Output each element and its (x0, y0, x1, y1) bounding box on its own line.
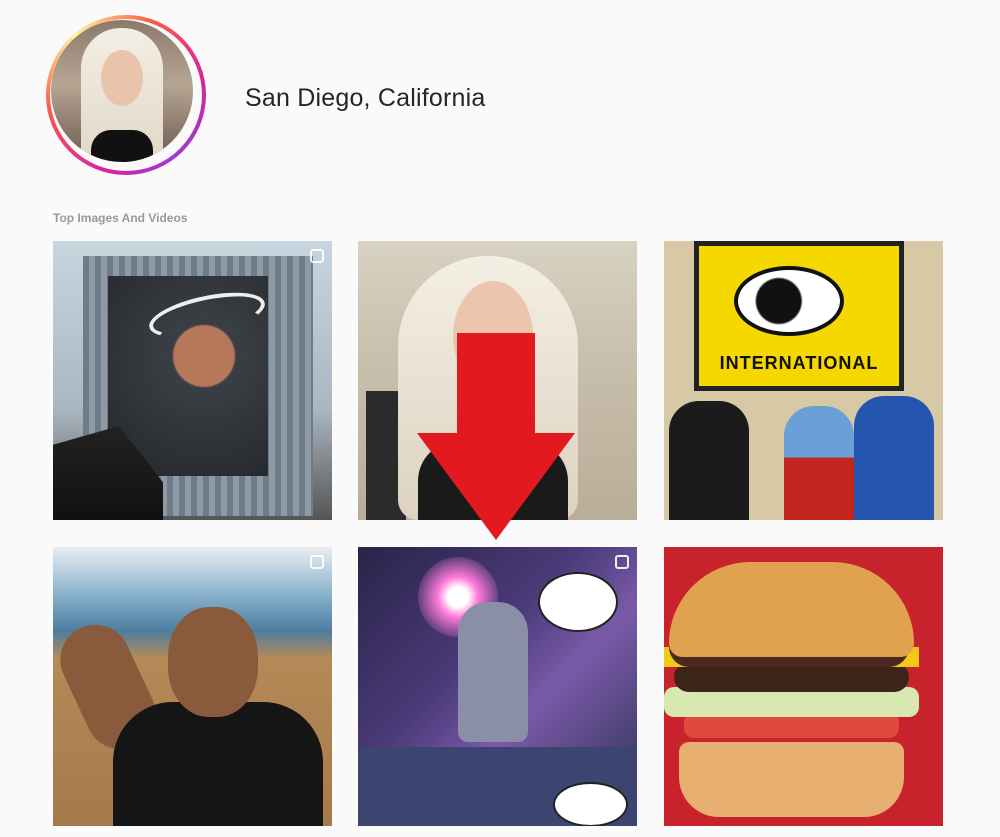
post-tile[interactable]: INTERNATIONAL (664, 241, 943, 520)
avatar-top (91, 130, 153, 162)
post-tile[interactable] (53, 241, 332, 520)
down-arrow-icon (417, 333, 575, 540)
bun-top (669, 562, 914, 657)
post-tile[interactable] (53, 547, 332, 826)
sign-text: INTERNATIONAL (719, 353, 879, 373)
carousel-icon (615, 555, 629, 569)
bun-bottom (679, 742, 904, 817)
carousel-icon (310, 555, 324, 569)
person-1 (669, 401, 749, 520)
singer (458, 602, 528, 742)
speech-bubble (553, 782, 628, 826)
section-title: Top Images And Videos (53, 211, 188, 225)
location-title: San Diego, California (245, 84, 486, 112)
avatar-ring[interactable] (46, 15, 206, 175)
eye-logo (734, 266, 844, 336)
post-tile[interactable] (358, 547, 637, 826)
carousel-icon (310, 249, 324, 263)
head (168, 607, 258, 717)
man (53, 602, 323, 826)
avatar[interactable] (51, 20, 193, 162)
shirt (113, 702, 323, 826)
post-tile[interactable] (664, 547, 943, 826)
person-2 (784, 406, 854, 520)
speech-bubble (538, 572, 618, 632)
person-3 (854, 396, 934, 520)
avatar-face (101, 50, 143, 106)
